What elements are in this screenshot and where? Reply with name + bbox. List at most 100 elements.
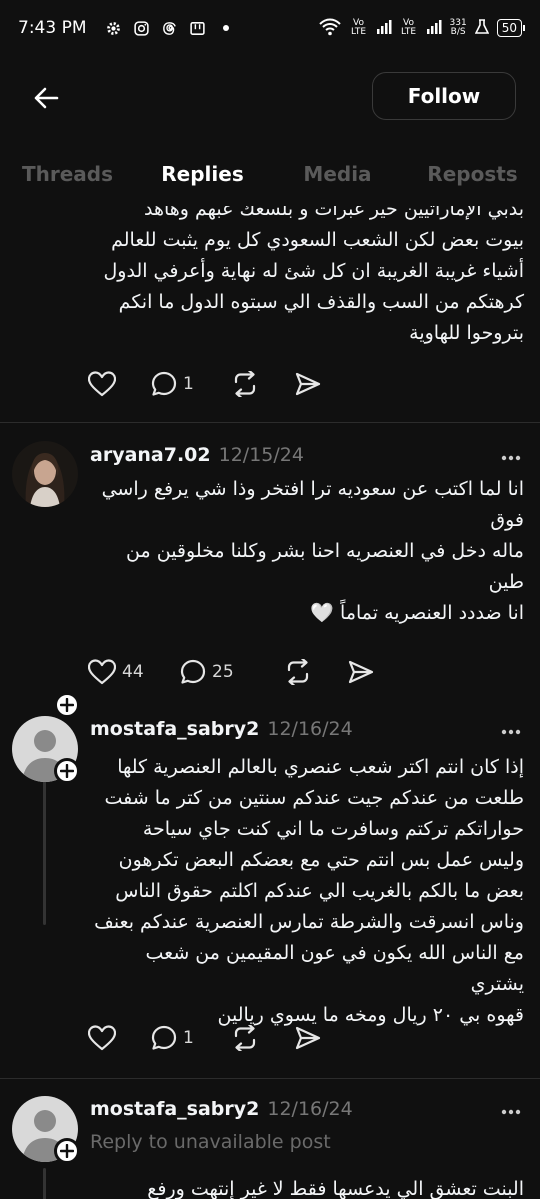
post-text-line: انا ضددد العنصريه تماماً 🤍 (310, 602, 524, 624)
thread-line (43, 1168, 46, 1199)
profile-top-bar: Follow (0, 56, 540, 140)
like-button[interactable] (88, 364, 151, 404)
reply-count: 25 (212, 662, 234, 682)
username[interactable]: aryana7.02 (90, 444, 211, 466)
timestamp: 12/16/24 (267, 1098, 353, 1120)
flask-icon (474, 18, 490, 38)
post-text-line: كرهتكم من السب والقذف الي سبتوه الدول ما… (118, 291, 524, 313)
wifi-icon (318, 18, 342, 39)
signal-icon-2 (426, 19, 442, 38)
post-actions: 44 25 (88, 652, 374, 692)
gear-icon (105, 19, 123, 37)
battery-indicator: 50 (496, 19, 526, 37)
post-text-line: فوق (490, 509, 524, 531)
avatar-photo (12, 441, 78, 507)
post-text-line: بعض ما بالكم بالغريب الي عندكم اكلتم حقو… (115, 880, 524, 902)
post-text-line: بتروحوا للهاوية (409, 322, 524, 344)
reply-button[interactable]: 1 (151, 364, 231, 404)
more-options-button[interactable] (496, 446, 526, 470)
timestamp: 12/15/24 (218, 444, 304, 466)
repost-button[interactable] (284, 652, 348, 692)
repost-icon (234, 371, 256, 397)
follow-button[interactable]: Follow (372, 72, 516, 120)
repost-button[interactable] (231, 364, 295, 404)
send-icon (295, 1026, 321, 1050)
threads-icon (161, 19, 179, 37)
signal-icon (376, 19, 392, 38)
net-speed: 331 B/S (450, 19, 467, 37)
avatar[interactable] (12, 441, 78, 507)
status-time: 7:43 PM (18, 18, 87, 38)
post-text: انا لما اكتب عن سعوديه ترا افتخر وذا شي … (90, 474, 524, 629)
plus-icon (60, 698, 74, 712)
post-text-line: أشياء غريبة الغريبة ان كل شئ له نهاية وأ… (103, 260, 525, 282)
like-count: 44 (122, 662, 144, 682)
post-text-line: ماله دخل في العنصريه احنا بشر وكلنا مخلو… (126, 540, 524, 562)
repost-button[interactable] (231, 1018, 295, 1058)
post-text-line: طلعت من عندكم جيت عندكم سنتين من كتر ما … (104, 787, 524, 809)
tab-threads[interactable]: Threads (0, 150, 135, 204)
plus-icon (60, 1144, 74, 1158)
heart-icon (88, 659, 116, 685)
comment-icon (151, 1025, 177, 1050)
tab-reposts[interactable]: Reposts (405, 150, 540, 204)
post-text: البنت تعشق الي يدعسها فقط لا غير إنتهت و… (90, 1174, 524, 1199)
post-text-line: بيوت بعض لكن الشعب السعودي كل يوم يثبت ل… (111, 229, 524, 251)
reply-context-note[interactable]: Reply to unavailable post (90, 1131, 331, 1153)
back-button[interactable] (26, 78, 66, 118)
post-text-line: مع الناس الله يكون في عون المقيمين من شع… (145, 942, 524, 995)
net-speed-unit: B/S (450, 27, 466, 37)
more-options-button[interactable] (496, 1100, 526, 1124)
reply-button[interactable]: 25 (180, 652, 284, 692)
post-actions: 1 (88, 364, 321, 404)
repost-icon (287, 659, 309, 685)
more-horizontal-icon (501, 729, 521, 735)
post-text-line: حواراتكم تركتم وسافرت ما اني كنت جاي سيا… (142, 818, 524, 840)
arrow-left-icon (34, 87, 59, 109)
follow-plus-button[interactable] (54, 758, 80, 784)
timestamp: 12/16/24 (267, 718, 353, 740)
more-horizontal-icon (501, 1109, 521, 1115)
reply-button[interactable]: 1 (151, 1018, 231, 1058)
status-bar: 7:43 PM Vo LTE Vo LTE 331 B/S 50 (0, 0, 540, 56)
reply-count: 1 (183, 374, 194, 394)
share-button[interactable] (348, 652, 374, 692)
post-text-line: طين (488, 571, 524, 593)
post-text-line: إذا كان انتم اكتر شعب عنصري بالعالم العن… (117, 756, 524, 778)
follow-plus-button[interactable] (54, 1138, 80, 1164)
lte1-label: Vo LTE (351, 18, 367, 37)
post-divider (0, 1078, 540, 1079)
repost-icon (234, 1025, 256, 1051)
reply-count: 1 (183, 1028, 194, 1048)
send-icon (295, 372, 321, 396)
instagram-icon (133, 19, 151, 37)
replies-feed[interactable]: بدبي الإماراتيين خير غبرات و بلسعك عبهم … (0, 206, 540, 1199)
more-horizontal-icon (501, 455, 521, 461)
post-actions: 1 (88, 1018, 321, 1058)
send-icon (348, 660, 374, 684)
post-text: بدبي الإماراتيين خير غبرات و بلسعك عبهم … (70, 206, 525, 349)
like-button[interactable] (88, 1018, 151, 1058)
follow-plus-button[interactable] (54, 692, 80, 718)
like-button[interactable]: 44 (88, 652, 180, 692)
post-text-line: البنت تعشق الي يدعسها فقط لا غير إنتهت و… (147, 1178, 524, 1199)
heart-icon (88, 1025, 116, 1051)
tab-replies[interactable]: Replies (135, 150, 270, 204)
post-text: إذا كان انتم اكتر شعب عنصري بالعالم العن… (90, 752, 524, 1031)
tab-media[interactable]: Media (270, 150, 405, 204)
share-button[interactable] (295, 1018, 321, 1058)
profile-tabs: Threads Replies Media Reposts (0, 150, 540, 204)
comment-icon (180, 659, 206, 684)
username[interactable]: mostafa_sabry2 (90, 718, 259, 740)
post-header: mostafa_sabry2 12/16/24 (90, 1098, 353, 1120)
share-button[interactable] (295, 364, 321, 404)
wallet-icon (189, 19, 207, 37)
lte2-label: Vo LTE (401, 18, 417, 37)
post-divider (0, 422, 540, 423)
more-options-button[interactable] (496, 720, 526, 744)
plus-icon (60, 764, 74, 778)
post-text-line: بدبي الإماراتيين خير غبرات و بلسعك عبهم … (143, 206, 524, 220)
post-text-line: وناس انسرقت والشرطة تمارس العنصرية عندكم… (94, 911, 524, 933)
post-header: aryana7.02 12/15/24 (90, 444, 304, 466)
username[interactable]: mostafa_sabry2 (90, 1098, 259, 1120)
